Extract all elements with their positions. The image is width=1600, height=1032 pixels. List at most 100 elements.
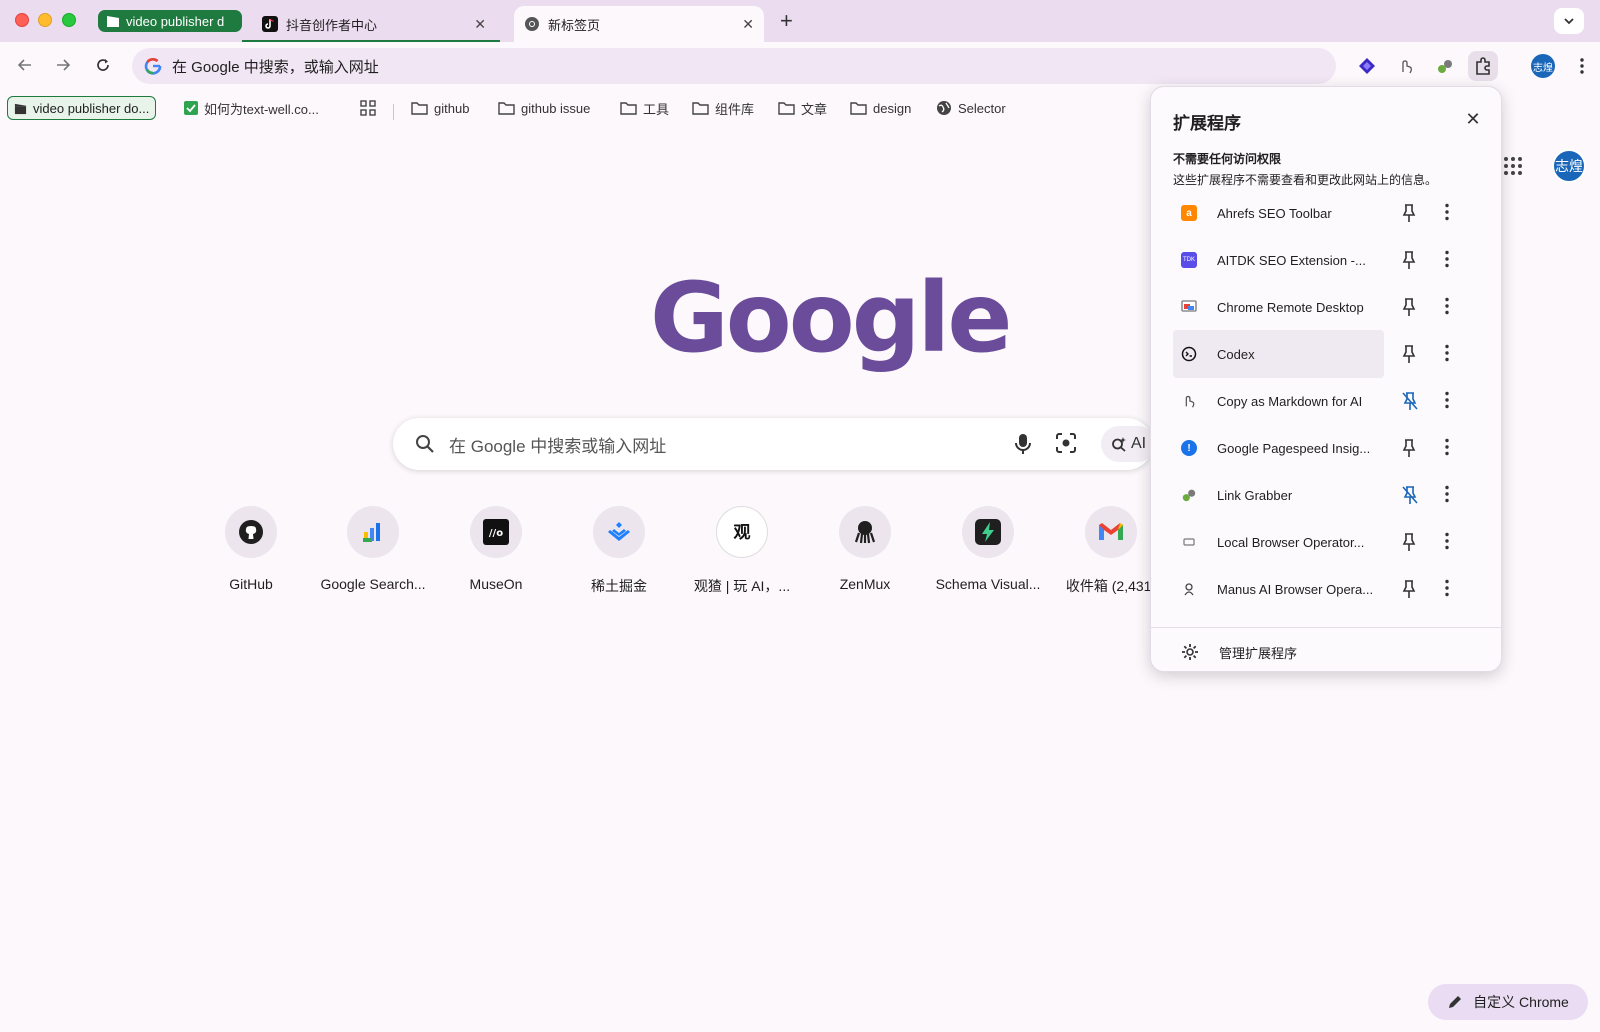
tab-search-button[interactable] [1554, 8, 1584, 34]
more-vert-icon[interactable] [1445, 579, 1449, 602]
tab-strip: video publisher d 抖音创作者中心 ✕ 新标签页 ✕ + [0, 0, 1600, 42]
pin-icon[interactable] [1401, 579, 1417, 604]
pin-icon[interactable] [1401, 250, 1417, 275]
more-vert-icon[interactable] [1445, 532, 1449, 555]
extension-item[interactable]: a Ahrefs SEO Toolbar [1173, 189, 1384, 237]
extension-item[interactable]: Local Browser Operator... [1173, 518, 1384, 566]
extension-copy-markdown-button[interactable] [1391, 51, 1421, 81]
forward-button[interactable] [50, 52, 76, 78]
extension-row-copy-markdown: Copy as Markdown for AI [1173, 379, 1491, 423]
tab-title: 新标签页 [548, 17, 601, 33]
manage-extensions-button[interactable]: 管理扩展程序 [1173, 635, 1297, 669]
tab-close-icon[interactable]: ✕ [742, 16, 754, 33]
close-icon[interactable]: ✕ [1463, 109, 1483, 129]
more-vert-icon[interactable] [1445, 297, 1449, 320]
account-avatar[interactable]: 志煌 [1552, 149, 1586, 183]
new-tab-button[interactable]: + [780, 8, 793, 34]
pin-icon[interactable] [1401, 344, 1417, 369]
shortcut-google-search-console[interactable]: Google Search... [313, 506, 433, 592]
gmail-icon [1099, 523, 1123, 540]
extension-item[interactable]: Codex [1173, 330, 1384, 378]
bookmark-folder-github-issue[interactable]: github issue [498, 96, 590, 120]
unpin-icon[interactable] [1401, 485, 1419, 510]
more-vert-icon[interactable] [1445, 250, 1449, 273]
svg-text:观: 观 [733, 523, 751, 543]
extension-item[interactable]: Manus AI Browser Opera... [1173, 565, 1384, 613]
shortcut-github[interactable]: GitHub [191, 506, 311, 592]
tab-douyin[interactable]: 抖音创作者中心 ✕ [252, 6, 496, 42]
pin-icon[interactable] [1401, 203, 1417, 228]
extension-item[interactable]: TDK AITDK SEO Extension -... [1173, 236, 1384, 284]
shortcut-zenmux[interactable]: ZenMux [805, 506, 925, 592]
extension-row-aitdk: TDK AITDK SEO Extension -... [1173, 238, 1491, 282]
customize-chrome-button[interactable]: 自定义 Chrome [1428, 984, 1588, 1020]
more-vert-icon[interactable] [1445, 344, 1449, 367]
tab-group-video-publisher[interactable]: video publisher d [98, 10, 242, 32]
museon-icon: //o [483, 519, 509, 545]
bookmark-folder-components[interactable]: 组件库 [692, 96, 754, 120]
extension-item[interactable]: Chrome Remote Desktop [1173, 283, 1384, 331]
pin-icon[interactable] [1401, 532, 1417, 557]
extension-link-grabber-button[interactable] [1430, 51, 1460, 81]
shortcut-museon[interactable]: //o MuseOn [436, 506, 556, 592]
google-logo: Google [650, 262, 1012, 374]
bookmark-folder-tools[interactable]: 工具 [620, 96, 669, 120]
check-box-icon [184, 101, 198, 115]
chrome-menu-button[interactable] [1567, 51, 1597, 81]
extension-item[interactable]: Copy as Markdown for AI [1173, 377, 1384, 425]
arrow-right-icon [57, 59, 71, 71]
shortcut-guancha[interactable]: 观 观猹 | 玩 AI，... [682, 506, 802, 596]
browser-window-icon [1181, 534, 1197, 550]
more-vert-icon[interactable] [1445, 485, 1449, 508]
address-bar[interactable]: 在 Google 中搜索，或输入网址 [132, 48, 1336, 84]
more-vert-icon[interactable] [1445, 391, 1449, 414]
back-button[interactable] [12, 52, 38, 78]
profile-avatar[interactable]: 志煌 [1531, 54, 1555, 78]
ai-mode-button[interactable]: AI [1101, 426, 1157, 462]
arrow-left-icon [17, 59, 31, 71]
pencil-icon [1449, 996, 1462, 1008]
pin-icon[interactable] [1401, 438, 1417, 463]
tab-new-tab-active[interactable]: 新标签页 ✕ [514, 6, 764, 42]
bookmark-apps-grid[interactable] [360, 96, 376, 120]
window-maximize-button[interactable] [62, 13, 76, 27]
more-vert-icon[interactable] [1445, 438, 1449, 461]
tab-close-icon[interactable]: ✕ [474, 16, 486, 33]
google-apps-button[interactable] [1503, 156, 1523, 181]
bookmark-folder-design[interactable]: design [850, 96, 911, 120]
window-close-button[interactable] [15, 13, 29, 27]
bookmark-video-publisher[interactable]: video publisher do... [7, 96, 157, 120]
bookmark-folder-github[interactable]: github [411, 96, 469, 120]
github-icon [239, 520, 263, 544]
lens-search-icon[interactable] [1055, 432, 1077, 459]
more-vert-icon[interactable] [1445, 203, 1449, 226]
extension-item[interactable]: Link Grabber [1173, 471, 1384, 519]
bookmark-selector[interactable]: Selector [936, 96, 1006, 120]
shortcut-juejin[interactable]: 稀土掘金 [559, 506, 679, 596]
bolt-icon [975, 519, 1001, 545]
bookmark-folder-articles[interactable]: 文章 [778, 96, 827, 120]
manus-icon [1181, 581, 1197, 597]
bookmark-text-well[interactable]: 如何为text-well.co... [184, 96, 319, 120]
clapper-icon [106, 14, 120, 28]
pin-icon[interactable] [1401, 297, 1417, 322]
reload-button[interactable] [90, 52, 116, 78]
extension-diamond-button[interactable] [1352, 51, 1382, 81]
unpin-icon[interactable] [1401, 391, 1419, 416]
extensions-menu-divider [1151, 627, 1501, 628]
voice-search-icon[interactable] [1013, 432, 1033, 461]
hand-cursor-icon [1181, 393, 1197, 409]
extension-row-link-grabber: Link Grabber [1173, 473, 1491, 517]
window-minimize-button[interactable] [38, 13, 52, 27]
search-box[interactable]: 在 Google 中搜索或输入网址 AI [393, 418, 1157, 470]
aitdk-icon: TDK [1181, 252, 1197, 268]
chevron-down-icon [1564, 18, 1574, 25]
google-g-icon [144, 57, 162, 75]
extension-row-ahrefs: a Ahrefs SEO Toolbar [1173, 191, 1491, 235]
extension-row-chrome-remote-desktop: Chrome Remote Desktop [1173, 285, 1491, 329]
extension-item[interactable]: ! Google Pagespeed Insig... [1173, 424, 1384, 472]
folder-icon [850, 102, 867, 115]
ai-sparkle-search-icon [1112, 437, 1126, 452]
extensions-button[interactable] [1468, 51, 1498, 81]
shortcut-schema-visual[interactable]: Schema Visual... [928, 506, 1048, 592]
